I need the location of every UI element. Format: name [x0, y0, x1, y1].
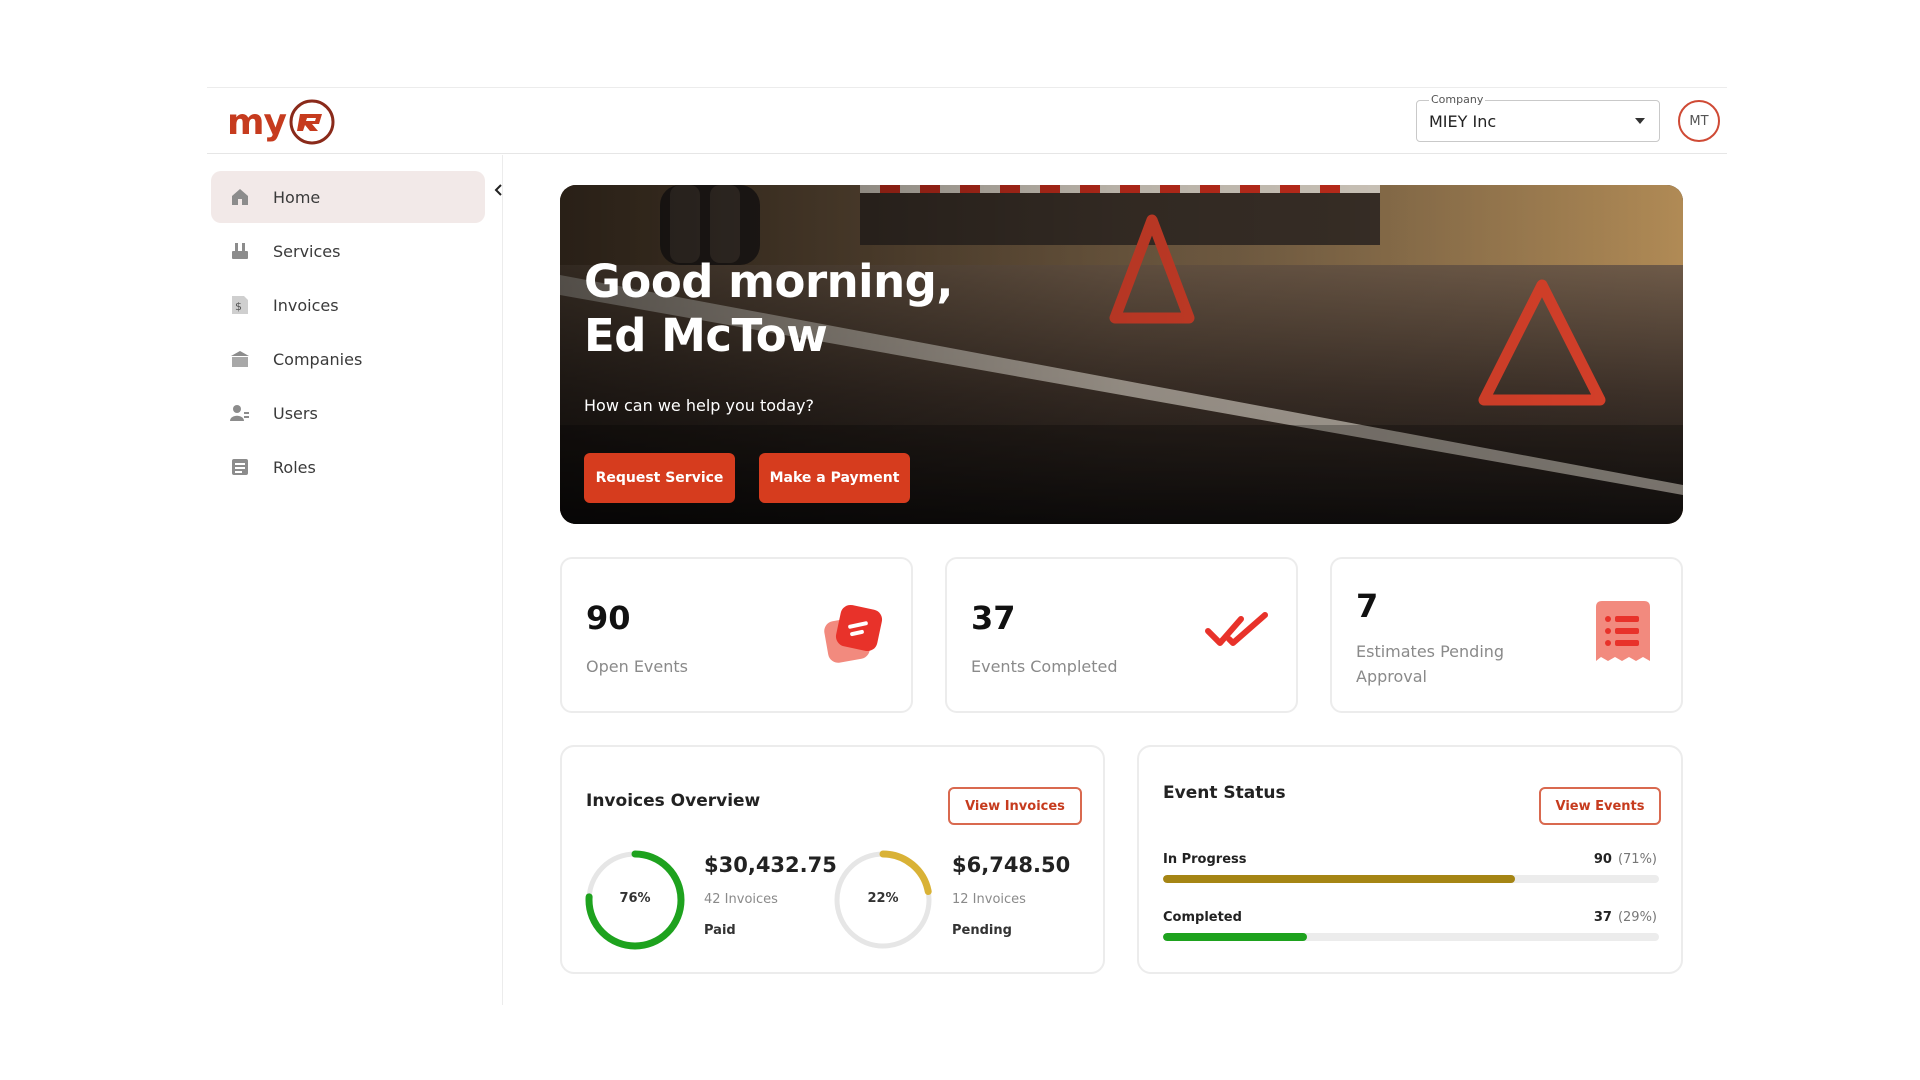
receipt-list-icon [1596, 601, 1650, 661]
sidebar-item-label: Users [273, 403, 318, 423]
sidebar-item-label: Invoices [273, 295, 339, 315]
event-status-panel: Event Status View Events In Progress 90 (… [1137, 745, 1683, 974]
svg-text:$: $ [235, 300, 242, 313]
completed-bar [1163, 933, 1659, 941]
in-progress-bar [1163, 875, 1659, 883]
app-logo[interactable]: my [227, 96, 336, 148]
status-percent: (29%) [1617, 910, 1657, 925]
stat-value: 7 [1356, 587, 1379, 625]
request-service-button[interactable]: Request Service [584, 453, 735, 503]
invoices-overview-panel: Invoices Overview View Invoices 76% $30,… [560, 745, 1105, 974]
status-value-completed: 37 (29%) [1594, 910, 1657, 925]
chevron-left-icon [494, 184, 502, 196]
double-check-icon [1205, 612, 1268, 646]
stat-value: 37 [971, 599, 1016, 637]
logo-mark-icon [289, 99, 335, 145]
user-name: Ed McTow [584, 309, 828, 362]
company-select-label: Company [1429, 93, 1486, 106]
sidebar-item-invoices[interactable]: $ Invoices [211, 279, 485, 331]
status-label-completed: Completed [1163, 910, 1242, 925]
status-percent: (71%) [1617, 852, 1657, 867]
greeting-line: Good morning, [584, 255, 953, 308]
services-icon [229, 240, 251, 262]
stat-card-estimates-pending[interactable]: 7 Estimates Pending Approval [1330, 557, 1683, 713]
sidebar-item-label: Companies [273, 349, 363, 369]
paid-amount: $30,432.75 [704, 853, 837, 877]
paid-status: Paid [704, 923, 736, 938]
invoice-icon: $ [229, 294, 251, 316]
panel-title: Event Status [1163, 783, 1286, 803]
sidebar-item-label: Home [273, 187, 321, 207]
company-select-value: MIEY Inc [1429, 112, 1497, 131]
pending-invoice-count: 12 Invoices [952, 892, 1026, 907]
pending-percent: 22% [867, 891, 899, 906]
home-icon [229, 186, 251, 208]
users-icon [229, 402, 251, 424]
company-select[interactable]: Company MIEY Inc [1416, 93, 1660, 142]
sidebar: Home Services $ Invoices Companies Users… [207, 155, 503, 1005]
pending-status: Pending [952, 923, 1012, 938]
sidebar-item-users[interactable]: Users [211, 387, 485, 439]
stat-label: Estimates Pending Approval [1356, 642, 1505, 686]
user-avatar[interactable]: MT [1678, 100, 1720, 142]
paid-percent: 76% [619, 891, 651, 906]
hero-subtitle: How can we help you today? [584, 396, 814, 415]
events-icon [824, 604, 883, 663]
sidebar-item-services[interactable]: Services [211, 225, 485, 277]
make-payment-button[interactable]: Make a Payment [759, 453, 910, 503]
in-progress-bar-fill [1163, 875, 1516, 883]
panel-title: Invoices Overview [586, 791, 761, 811]
sidebar-item-roles[interactable]: Roles [211, 441, 485, 493]
stat-card-events-completed[interactable]: 37 Events Completed [945, 557, 1298, 713]
collapse-sidebar-button[interactable] [487, 178, 511, 202]
sidebar-item-label: Roles [273, 457, 316, 477]
stat-label: Open Events [586, 657, 688, 676]
sidebar-item-label: Services [273, 241, 341, 261]
sidebar-item-home[interactable]: Home [211, 171, 485, 223]
view-invoices-button[interactable]: View Invoices [948, 787, 1082, 825]
pending-amount: $6,748.50 [952, 853, 1071, 877]
status-value-in-progress: 90 (71%) [1594, 852, 1657, 867]
paid-invoice-count: 42 Invoices [704, 892, 778, 907]
hero-greeting: Good morning, Ed McTow [584, 255, 953, 363]
logo-text: my [227, 101, 287, 143]
status-count: 37 [1593, 910, 1612, 925]
stat-card-open-events[interactable]: 90 Open Events [560, 557, 913, 713]
status-label-in-progress: In Progress [1163, 852, 1247, 867]
caret-down-icon [1635, 118, 1645, 124]
stat-label: Events Completed [971, 657, 1118, 676]
hero-banner: Good morning, Ed McTow How can we help y… [560, 185, 1683, 524]
status-count: 90 [1593, 852, 1612, 867]
companies-icon [229, 348, 251, 370]
app-header: my Company MIEY Inc MT [207, 88, 1727, 154]
completed-bar-fill [1163, 933, 1307, 941]
view-events-button[interactable]: View Events [1539, 787, 1661, 825]
sidebar-item-companies[interactable]: Companies [211, 333, 485, 385]
roles-icon [229, 456, 251, 478]
stat-value: 90 [586, 599, 631, 637]
